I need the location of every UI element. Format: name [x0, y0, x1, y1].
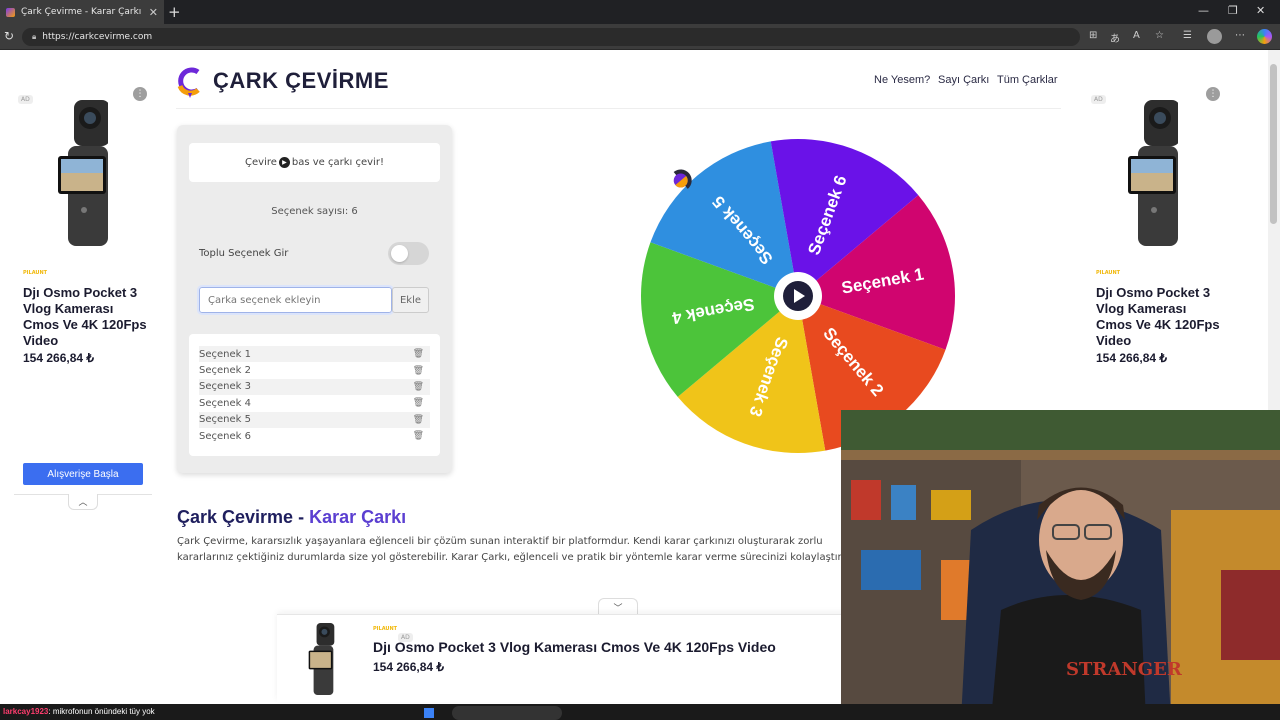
option-count: Seçenek sayısı: 6 — [271, 206, 358, 217]
left-ad-info-icon[interactable]: ⋮ — [133, 87, 147, 101]
favicon-icon — [6, 7, 15, 17]
title-part-1: Çark Çevirme - — [177, 507, 310, 527]
left-ad-tag: AD — [18, 86, 33, 105]
trash-icon[interactable]: 🗑︎ — [413, 366, 424, 376]
translate-icon[interactable]: あ — [1110, 30, 1120, 45]
page-description: Çark Çevirme, kararsızlık yaşayanlara eğ… — [177, 536, 851, 563]
minimize-icon[interactable]: — — [1198, 4, 1209, 17]
list-item: Seçenek 4 🗑︎ — [199, 395, 430, 411]
trash-icon[interactable]: 🗑︎ — [413, 398, 424, 408]
bulk-input-toggle[interactable] — [388, 242, 429, 265]
bottom-ad-brand: PILAUNT — [373, 626, 398, 632]
decision-wheel[interactable]: Seçenek 1Seçenek 2Seçenek 3Seçenek 4Seçe… — [640, 138, 956, 454]
header-divider — [176, 108, 1061, 109]
shop-now-button[interactable]: Alışverişe Başla — [23, 463, 143, 485]
list-item: Seçenek 5 🗑︎ — [199, 411, 430, 428]
reload-icon[interactable]: ↻ — [4, 29, 14, 43]
option-label: Seçenek 4 — [199, 397, 251, 409]
trash-icon[interactable]: 🗑︎ — [413, 349, 424, 359]
left-ad-price: 154 266,84 ₺ — [23, 351, 95, 365]
webcam-overlay: STRANGER — [841, 410, 1280, 720]
right-ad-tag: AD — [1091, 86, 1106, 105]
page-title: Çark Çevirme - Karar Çarkı — [177, 507, 406, 528]
chat-user: larkcay1923 — [3, 707, 49, 716]
url-field[interactable]: 🔒︎ https://carkcevirme.com — [22, 28, 1080, 46]
right-ad-title[interactable]: Djı Osmo Pocket 3 Vlog Kamerası Cmos Ve … — [1096, 285, 1221, 349]
nav-tum-carklar[interactable]: Tüm Çarklar — [997, 74, 1058, 86]
window-close-icon[interactable]: ✕ — [1256, 4, 1265, 17]
favorite-star-icon[interactable]: ☆ — [1155, 30, 1164, 41]
tab-title: Çark Çevirme - Karar Çarkı — [21, 7, 142, 17]
bottom-ad-title[interactable]: Djı Osmo Pocket 3 Vlog Kamerası Cmos Ve … — [373, 639, 776, 655]
option-label: Seçenek 1 — [199, 348, 251, 360]
right-ad-info-icon[interactable]: ⋮ — [1206, 87, 1220, 101]
option-label: Seçenek 2 — [199, 365, 251, 377]
taskbar-search-input[interactable] — [452, 706, 562, 720]
windows-start-icon[interactable] — [424, 708, 434, 718]
svg-text:STRANGER: STRANGER — [1066, 659, 1183, 680]
right-ad-price: 154 266,84 ₺ — [1096, 351, 1168, 365]
bottom-ad-camera-image[interactable] — [305, 622, 337, 696]
profile-avatar-icon[interactable] — [1207, 29, 1222, 44]
url-text: https://carkcevirme.com — [42, 32, 153, 42]
title-part-2: Karar Çarkı — [309, 507, 407, 527]
trash-icon[interactable]: 🗑︎ — [413, 382, 424, 392]
add-option-input[interactable] — [197, 285, 394, 315]
list-item: Seçenek 6 🗑︎ — [199, 428, 430, 444]
copilot-icon[interactable] — [1257, 29, 1272, 44]
scrollbar-thumb[interactable] — [1270, 64, 1277, 224]
trash-icon[interactable]: 🗑︎ — [413, 431, 424, 441]
taskbar — [0, 704, 1280, 720]
option-label: Seçenek 6 — [199, 430, 251, 442]
left-ad-camera-image[interactable] — [58, 98, 108, 248]
right-ad-brand: PILAUNT — [1096, 270, 1121, 276]
list-item: Seçenek 1 🗑︎ — [199, 346, 430, 363]
nav-sayi-carki[interactable]: Sayı Çarkı — [938, 74, 989, 86]
bottom-ad-price: 154 266,84 ₺ — [373, 660, 445, 674]
browser-tab[interactable]: Çark Çevirme - Karar Çarkı ✕ — [0, 0, 164, 24]
close-tab-icon[interactable]: ✕ — [149, 6, 158, 19]
read-aloud-icon[interactable]: A — [1133, 30, 1140, 41]
title-bar — [0, 0, 1280, 24]
instruction-text-before: Çevire — [245, 157, 277, 168]
option-label: Seçenek 3 — [199, 381, 251, 393]
nav-ne-yesem[interactable]: Ne Yesem? — [874, 74, 930, 86]
logo-icon[interactable] — [176, 66, 202, 98]
option-label: Seçenek 5 — [199, 414, 251, 426]
more-options-icon[interactable]: ⋯ — [1235, 30, 1245, 41]
toggle-knob — [391, 245, 408, 262]
chat-text: : mikrofonun önündeki tüy yok — [48, 707, 155, 716]
apps-icon[interactable]: ⊞ — [1089, 30, 1097, 41]
add-option-button[interactable]: Ekle — [392, 287, 429, 313]
lock-icon: 🔒︎ — [32, 32, 37, 41]
bulk-input-label: Toplu Seçenek Gir — [199, 248, 289, 259]
play-icon: ▶ — [278, 157, 290, 168]
new-tab-icon[interactable]: + — [168, 3, 181, 21]
collapse-ad-chevron-up-icon[interactable]: ︿ — [68, 494, 98, 510]
right-ad-camera-image[interactable] — [1128, 98, 1178, 248]
trash-icon[interactable]: 🗑︎ — [413, 415, 424, 425]
logo-text[interactable]: ÇARK ÇEVİRME — [213, 68, 389, 94]
maximize-icon[interactable]: ❐ — [1228, 4, 1238, 17]
collections-icon[interactable]: ☰ — [1183, 30, 1192, 41]
list-item: Seçenek 2 🗑︎ — [199, 362, 430, 378]
list-item: Seçenek 3 🗑︎ — [199, 378, 430, 396]
instruction-text-after: bas ve çarkı çevir! — [291, 157, 384, 168]
chat-message: larkcay1923: mikrofonun önündeki tüy yok — [3, 707, 155, 716]
bottom-ad-banner[interactable] — [277, 614, 847, 702]
options-list: Seçenek 1 🗑︎ Seçenek 2 🗑︎ Seçenek 3 🗑︎ Seçe… — [189, 334, 440, 456]
bottom-ad-chevron-down-icon[interactable]: ﹀ — [598, 598, 638, 615]
left-ad-title[interactable]: Djı Osmo Pocket 3 Vlog Kamerası Cmos Ve … — [23, 285, 148, 349]
spin-instruction: Çevire ▶ bas ve çarkı çevir! — [189, 143, 440, 182]
left-ad-brand: PILAUNT — [23, 270, 48, 276]
